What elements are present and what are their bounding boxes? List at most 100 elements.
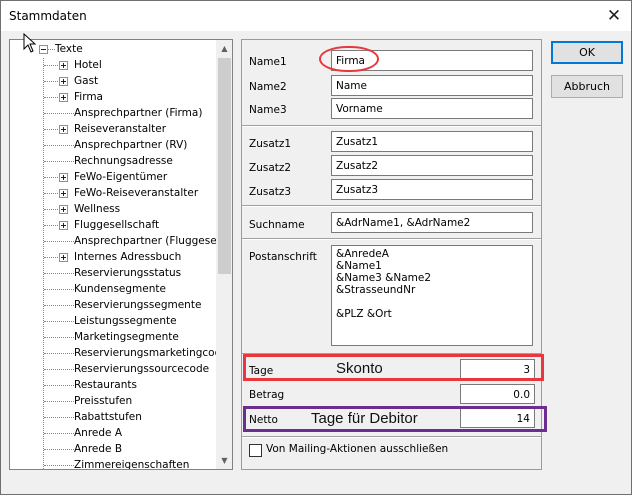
tree-item[interactable]: Marketingsegmente <box>74 329 179 345</box>
postanschrift-label: Postanschrift <box>249 251 317 263</box>
mouse-pointer-icon <box>23 33 37 53</box>
tree-item[interactable]: Restaurants <box>74 377 137 393</box>
zusatz3-field[interactable]: Zusatz3 <box>331 179 533 200</box>
suchname-field[interactable]: &AdrName1, &AdrName2 <box>331 212 533 233</box>
divider <box>242 205 541 207</box>
abbruch-button[interactable]: Abbruch <box>551 75 623 98</box>
ok-button[interactable]: OK <box>551 41 623 64</box>
tree-connector <box>44 209 60 210</box>
tree-connector <box>44 113 74 114</box>
expand-icon[interactable] <box>59 77 68 86</box>
tree-item[interactable]: Anrede A <box>74 425 122 441</box>
mailing-checkbox[interactable] <box>249 444 262 457</box>
expand-icon[interactable] <box>59 205 68 214</box>
skonto-annotation: Skonto <box>336 360 383 377</box>
tree-connector <box>44 273 74 274</box>
tree-connector <box>44 97 60 98</box>
postanschrift-memo[interactable]: &AnredeA &Name1 &Name3 &Name2 &Strasseun… <box>331 245 533 346</box>
close-button[interactable]: ✕ <box>599 3 629 29</box>
expand-icon[interactable] <box>59 221 68 230</box>
tree-connector <box>44 353 74 354</box>
zusatz3-label: Zusatz3 <box>249 186 292 198</box>
tree-item[interactable]: Preisstufen <box>74 393 132 409</box>
tree-connector <box>44 417 74 418</box>
window-title: Stammdaten <box>9 9 87 23</box>
tree-item[interactable]: Ansprechpartner (Fluggesellsc <box>74 233 216 249</box>
tree-root-texte[interactable]: Texte <box>55 41 83 57</box>
tree-item[interactable]: FeWo-Eigentümer <box>74 169 167 185</box>
tree-item[interactable]: Ansprechpartner (Firma) <box>74 105 202 121</box>
tree-connector <box>44 465 74 466</box>
tree-item[interactable]: Hotel <box>74 57 102 73</box>
tree-connector <box>44 289 74 290</box>
tree-connector <box>44 321 74 322</box>
tree-connector <box>44 257 60 258</box>
close-icon: ✕ <box>606 6 622 26</box>
tree-item[interactable]: Wellness <box>74 201 120 217</box>
stammdaten-dialog: Stammdaten ✕ Texte Hotel Gast Firma Ansprec… <box>0 0 632 495</box>
tree-connector <box>44 385 74 386</box>
expand-icon[interactable] <box>59 93 68 102</box>
scroll-down-icon[interactable]: ▼ <box>216 452 232 469</box>
name1-label: Name1 <box>249 56 287 68</box>
tree-item[interactable]: Anrede B <box>74 441 122 457</box>
name3-label: Name3 <box>249 104 287 116</box>
tree-connector <box>48 49 55 50</box>
tree-connector <box>44 65 60 66</box>
tree-connector <box>44 129 60 130</box>
tree-item[interactable]: Leistungssegmente <box>74 313 177 329</box>
betrag-field[interactable]: 0.0 <box>460 384 535 404</box>
tree-item[interactable]: Internes Adressbuch <box>74 249 181 265</box>
netto-field[interactable]: 14 <box>460 408 535 428</box>
tree-item[interactable]: Ansprechpartner (RV) <box>74 137 187 153</box>
tree-item[interactable]: Reservierungssourcecode <box>74 361 209 377</box>
tree-item[interactable]: Rechnungsadresse <box>74 153 173 169</box>
tree-item[interactable]: Gast <box>74 73 98 89</box>
name1-field[interactable]: Firma <box>331 50 533 71</box>
mailing-checkbox-label: Von Mailing-Aktionen ausschließen <box>266 443 449 455</box>
tree-scrollbar[interactable]: ▲ ▼ <box>216 40 232 469</box>
tree-item[interactable]: FeWo-Reiseveranstalter <box>74 185 198 201</box>
suchname-label: Suchname <box>249 219 305 231</box>
tree-connector <box>44 449 74 450</box>
tree-item[interactable]: Reservierungssegmente <box>74 297 201 313</box>
category-tree[interactable]: Texte Hotel Gast Firma Ansprechpartner (Fir… <box>9 39 233 470</box>
tage-field[interactable]: 3 <box>460 359 535 379</box>
tree-item[interactable]: Fluggesellschaft <box>74 217 159 233</box>
tage-debitor-annotation: Tage für Debitor <box>311 410 418 427</box>
tree-item[interactable]: Reservierungsmarketingcode <box>74 345 216 361</box>
expand-icon[interactable] <box>59 189 68 198</box>
name3-field[interactable]: Vorname <box>331 98 533 119</box>
tree-item[interactable]: Reiseveranstalter <box>74 121 166 137</box>
expand-icon[interactable] <box>59 125 68 134</box>
tree-connector-line <box>43 58 44 469</box>
zusatz2-field[interactable]: Zusatz2 <box>331 155 533 176</box>
tree-item[interactable]: Firma <box>74 89 103 105</box>
divider <box>242 238 541 240</box>
scroll-up-icon[interactable]: ▲ <box>216 40 232 57</box>
tree-connector <box>44 193 60 194</box>
tree-connector <box>44 305 74 306</box>
tree-item[interactable]: Kundensegmente <box>74 281 166 297</box>
tree-connector <box>44 337 74 338</box>
expand-icon[interactable] <box>59 173 68 182</box>
divider <box>242 353 541 355</box>
status-bar <box>1 477 631 494</box>
tree-item[interactable]: Reservierungsstatus <box>74 265 181 281</box>
zusatz1-label: Zusatz1 <box>249 138 292 150</box>
tree-item[interactable]: Zimmereigenschaften <box>74 457 189 469</box>
expand-icon[interactable] <box>59 253 68 262</box>
divider <box>242 125 541 127</box>
tage-label: Tage <box>249 365 274 377</box>
tree-item[interactable]: Rabattstufen <box>74 409 142 425</box>
divider <box>242 436 541 438</box>
detail-panel: Name1 Firma Name2 Name Name3 Vorname Zus… <box>241 39 542 470</box>
tree-connector <box>44 81 60 82</box>
scroll-thumb[interactable] <box>218 58 231 274</box>
zusatz2-label: Zusatz2 <box>249 162 292 174</box>
root-collapse-icon[interactable] <box>39 45 48 54</box>
expand-icon[interactable] <box>59 61 68 70</box>
name2-field[interactable]: Name <box>331 75 533 96</box>
tree-connector <box>44 145 74 146</box>
zusatz1-field[interactable]: Zusatz1 <box>331 131 533 152</box>
